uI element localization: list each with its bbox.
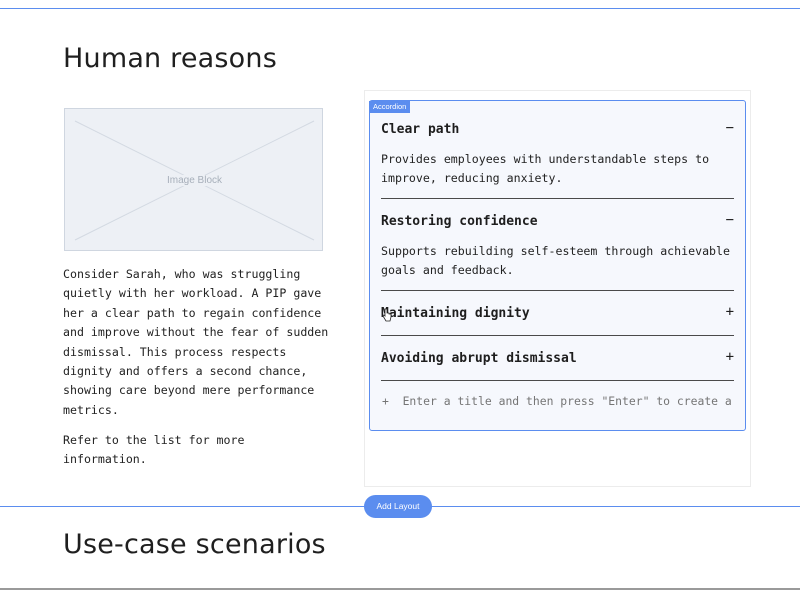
add-accordion-item-input[interactable]: + Enter a title and then press "Enter" t… [382,394,732,408]
accordion-divider [381,380,734,381]
accordion-item-body[interactable]: Provides employees with understandable s… [381,150,734,189]
accordion-divider [381,335,734,336]
accordion-divider [381,290,734,291]
add-layout-button[interactable]: Add Layout [364,495,432,518]
accordion-item-restoring-confidence[interactable]: Restoring confidence − Supports rebuildi… [381,212,734,281]
expand-icon[interactable]: + [726,304,734,320]
layout-top-divider [0,8,800,9]
accordion-item-clear-path[interactable]: Clear path − Provides employees with und… [381,120,734,189]
accordion-header[interactable]: Avoiding abrupt dismissal + [381,349,734,371]
hand-cursor-icon [382,308,392,322]
accordion-block[interactable]: Clear path − Provides employees with und… [369,100,746,431]
accordion-item-avoiding-abrupt-dismissal[interactable]: Avoiding abrupt dismissal + [381,349,734,371]
expand-icon[interactable]: + [726,349,734,365]
add-item-placeholder[interactable]: Enter a title and then press "Enter" to … [403,394,732,408]
section-heading-use-case-scenarios[interactable]: Use-case scenarios [63,529,326,560]
accordion-block-tag: Accordion [369,101,411,113]
accordion-item-title[interactable]: Clear path [381,122,459,137]
section-heading-human-reasons[interactable]: Human reasons [63,43,277,74]
image-block-label: Image Block [163,175,226,186]
add-icon[interactable]: + [382,394,389,408]
collapse-icon[interactable]: − [726,212,734,228]
accordion-header[interactable]: Maintaining dignity + [381,304,734,326]
image-block-placeholder[interactable]: Image Block [64,108,323,251]
accordion-header[interactable]: Restoring confidence − [381,212,734,234]
accordion-item-title[interactable]: Avoiding abrupt dismissal [381,351,577,366]
accordion-header[interactable]: Clear path − [381,120,734,142]
accordion-item-title[interactable]: Restoring confidence [381,214,538,229]
body-paragraph-refer[interactable]: Refer to the list for more information. [63,431,333,470]
collapse-icon[interactable]: − [726,120,734,136]
accordion-item-body[interactable]: Supports rebuilding self-esteem through … [381,242,734,281]
accordion-item-title[interactable]: Maintaining dignity [381,306,530,321]
accordion-divider [381,198,734,199]
body-paragraph-sarah[interactable]: Consider Sarah, who was struggling quiet… [63,265,333,420]
accordion-item-maintaining-dignity[interactable]: Maintaining dignity + [381,304,734,326]
